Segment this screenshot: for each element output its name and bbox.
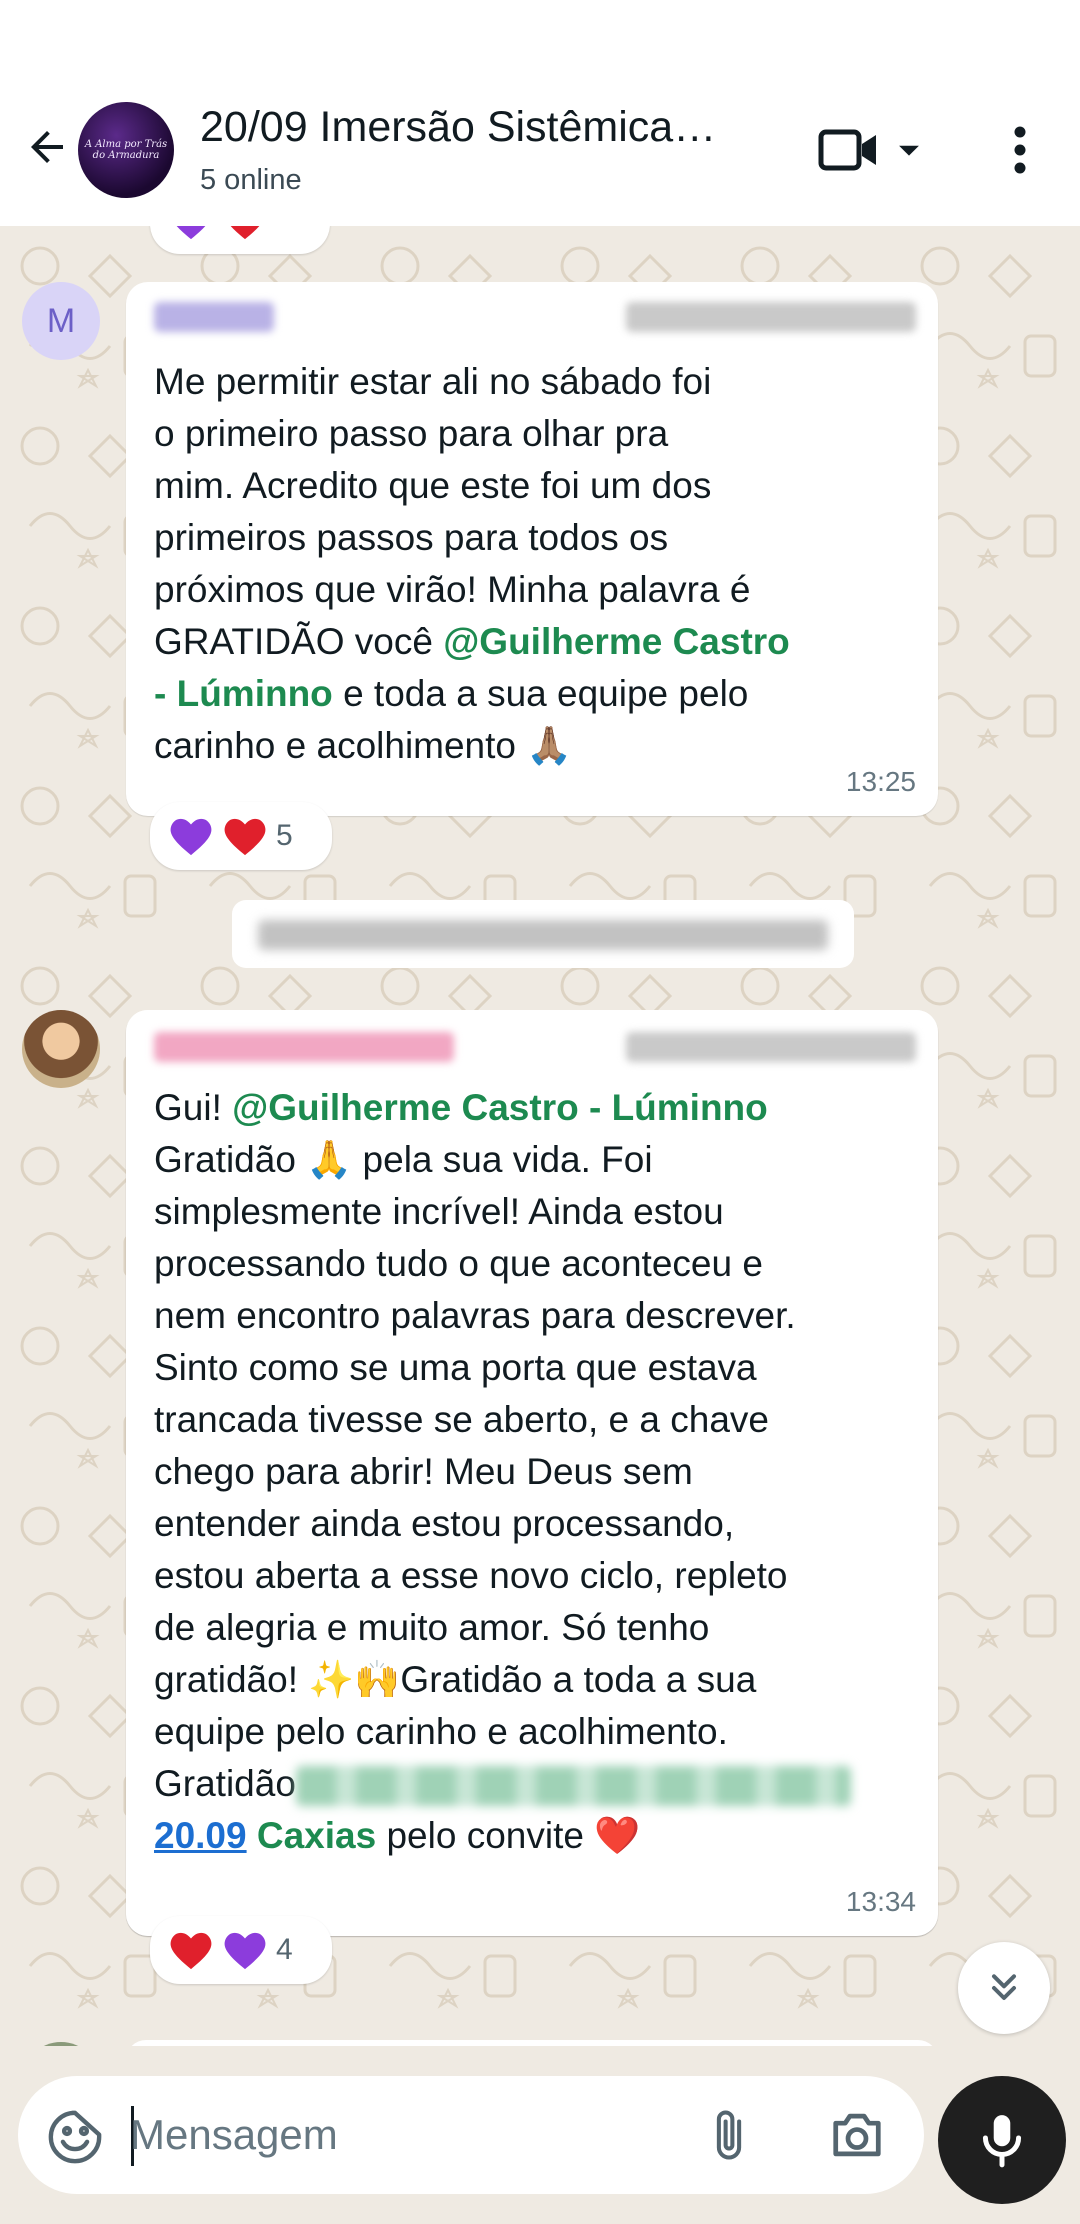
group-avatar[interactable]: A Alma por Trás do Armadura — [78, 102, 174, 198]
attach-button[interactable] — [698, 2104, 760, 2166]
red-heart-icon — [224, 818, 266, 856]
purple-heart-icon — [224, 1932, 266, 1970]
chat-area[interactable]: M Me permitir estar ali no sábado foi o … — [0, 226, 1080, 2046]
mention-link-continued[interactable]: - Lúminno — [154, 673, 333, 714]
video-call-button[interactable] — [818, 120, 928, 180]
sender-avatar-m[interactable]: M — [22, 282, 100, 360]
message-reactions[interactable]: 5 — [150, 802, 332, 870]
camera-icon — [833, 2113, 881, 2157]
reaction-count: 5 — [276, 819, 293, 852]
red-heart-icon — [230, 226, 260, 240]
more-vert-icon — [1014, 126, 1026, 174]
mention-link-continued[interactable]: Caxias — [247, 1815, 376, 1856]
folded-hands-emoji: 🙏🏽 — [526, 725, 573, 766]
message-field[interactable] — [18, 2076, 924, 2194]
scroll-to-bottom-button[interactable] — [958, 1942, 1050, 2034]
attach-icon — [716, 2110, 742, 2160]
group-status: 5 online — [200, 164, 302, 196]
more-options-button[interactable] — [1000, 122, 1040, 178]
back-button[interactable] — [18, 118, 76, 176]
double-chevron-down-icon — [992, 1974, 1016, 2000]
purple-heart-icon — [176, 226, 206, 240]
chat-header: A Alma por Trás do Armadura 20/09 Imersã… — [0, 0, 1080, 226]
sticker-icon — [48, 2110, 102, 2164]
mention-link[interactable]: @Guilherme Castro - Lúminno — [232, 1087, 768, 1128]
back-arrow-icon — [31, 131, 63, 163]
red-heart-emoji: ❤️ — [594, 1815, 641, 1856]
message-time: 13:34 — [845, 1886, 916, 1917]
video-call-icon — [818, 129, 876, 171]
sender-phone-redacted — [626, 1032, 916, 1062]
folded-hands-emoji: 🙏 — [306, 1139, 353, 1180]
sender-avatar-photo[interactable] — [22, 1010, 100, 1088]
sender-phone-redacted — [626, 302, 916, 332]
group-avatar-caption: A Alma por Trás do Armadura — [84, 139, 168, 161]
mention-link[interactable]: @Guilherme Castro — [443, 621, 790, 662]
sticker-button[interactable] — [44, 2106, 106, 2168]
reaction-count: 4 — [276, 1933, 293, 1966]
message-text: Me permitir estar ali no sábado foi o pr… — [154, 361, 790, 766]
sparkles-raised-hands-emoji: ✨🙌 — [308, 1659, 401, 1700]
message-input[interactable] — [130, 2100, 690, 2170]
sender-name-redacted — [154, 302, 274, 332]
purple-heart-icon — [170, 818, 212, 856]
message-reactions[interactable]: 4 — [150, 1916, 332, 1984]
group-name[interactable]: 20/09 Imersão Sistêmica… — [200, 103, 716, 152]
message-bubble-body[interactable]: Gui! @Guilherme Castro - Lúminno Gratidã… — [126, 1010, 938, 1936]
input-bar — [0, 2046, 1080, 2224]
camera-button[interactable] — [824, 2104, 890, 2166]
previous-message-reactions[interactable] — [150, 226, 330, 254]
message-text: Gui! @Guilherme Castro - Lúminno Gratidã… — [154, 1082, 910, 1862]
red-heart-icon — [170, 1932, 212, 1970]
voice-message-button[interactable] — [938, 2076, 1066, 2204]
system-notice-redacted — [258, 920, 828, 950]
message-time: 13:25 — [845, 766, 916, 797]
mic-icon — [982, 2115, 1022, 2168]
chevron-down-icon — [899, 145, 919, 156]
sender-name-redacted — [154, 1032, 454, 1062]
date-link[interactable]: 20.09 — [154, 1815, 247, 1856]
message-bubble[interactable]: Me permitir estar ali no sábado foi o pr… — [126, 282, 938, 816]
redacted-mention — [295, 1766, 851, 1807]
system-notice — [232, 900, 854, 968]
